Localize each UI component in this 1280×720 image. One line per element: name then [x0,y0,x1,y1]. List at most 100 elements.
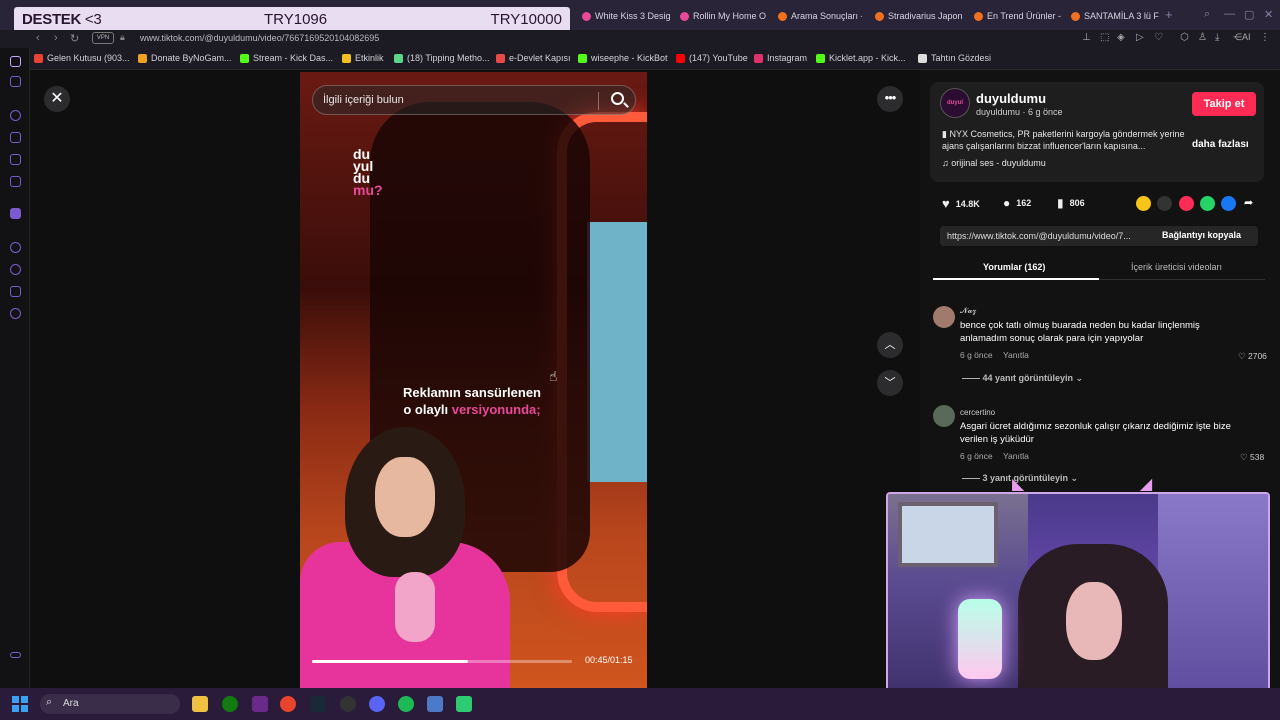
browser-tab[interactable]: Stradivarius Japon [875,7,965,25]
reply-button[interactable]: Yanıtla [1003,451,1029,461]
avatar[interactable] [933,306,955,328]
twitch-icon[interactable] [10,208,21,219]
youtube-icon [676,53,685,63]
close-window-icon[interactable]: ✕ [1264,8,1273,21]
whatsapp-icon[interactable] [1200,196,1215,211]
chrome-icon[interactable] [280,696,296,712]
pin-icon[interactable]: ⊥ [1082,32,1091,43]
bookmark-kicklet[interactable]: Kicklet.app - Kick... [816,53,906,63]
app-icon[interactable] [456,696,472,712]
ai-icon[interactable]: ⋲AI [1233,32,1251,43]
mail-icon[interactable] [10,176,21,187]
profile-icon[interactable]: ♙ [1198,32,1207,43]
heart-icon[interactable]: ♡ [1154,32,1163,43]
reload-icon[interactable]: ↻ [70,32,79,45]
twitch-app-icon[interactable] [252,696,268,712]
extensions-icon[interactable]: ⬡ [1180,32,1189,43]
chat-icon[interactable] [10,154,21,165]
avatar[interactable]: duyul [940,88,970,118]
settings-icon[interactable] [10,308,21,319]
tab-creator-videos[interactable]: İçerik üreticisi videoları [1131,262,1222,272]
new-tab-icon[interactable]: + [1165,7,1173,22]
browser-tab[interactable]: SANTAMİLA 3 lü Fu [1071,7,1159,25]
search-icon[interactable] [611,92,624,105]
vpn-badge[interactable]: VPN [92,32,114,44]
copy-link-button[interactable]: Bağlantıyı kopyala [1162,230,1241,240]
url-field[interactable]: www.tiktok.com/@duyuldumu/video/76671695… [140,33,379,43]
maximize-icon[interactable]: ▢ [1244,8,1254,21]
obs-icon[interactable] [340,696,356,712]
app-icon[interactable] [427,696,443,712]
facebook-icon[interactable] [1221,196,1236,211]
comment-like-button[interactable]: ♡ 538 [1240,452,1264,463]
discord-icon[interactable] [369,696,385,712]
more-options-icon[interactable]: ••• [877,86,903,112]
lock-icon: 🔒︎ [120,32,125,42]
share-arrow-icon[interactable]: ➦ [1244,196,1253,209]
video-progress-bar[interactable] [312,660,572,663]
previous-video-icon[interactable]: ︿ [877,332,903,358]
taskbar-search-input[interactable]: ⌕ Ara [40,694,180,714]
search-tabs-icon[interactable]: ⌕ [1204,8,1210,21]
comment-like-button[interactable]: ♡ 2706 [1238,351,1267,362]
history-icon[interactable] [10,110,21,121]
send-icon[interactable] [1179,196,1194,211]
like-button[interactable]: ♥ 14.8K [942,196,980,211]
author-name[interactable]: duyuldumu [976,91,1046,106]
player-icon[interactable] [10,242,21,253]
bubble-icon[interactable] [10,286,21,297]
shield-icon[interactable]: ◈ [1117,32,1125,43]
bookmark-tahtin[interactable]: Tahtın Gözdesi [918,53,991,63]
sound-link[interactable]: ♫ orijinal ses - duyuldumu [942,158,1046,168]
comment-author[interactable]: 𝓝𝓪𝔃 [960,306,976,316]
download-icon[interactable]: ⤓ [1215,32,1219,43]
messenger-icon[interactable] [10,76,21,87]
view-replies-button[interactable]: —— 44 yanıt görüntüleyin ⌄ [962,373,1083,384]
play-icon[interactable]: ▷ [1136,32,1144,43]
back-icon[interactable]: ‹ [36,32,40,44]
reply-button[interactable]: Yanıtla [1003,350,1029,360]
menu-icon[interactable]: ⋮ [1260,32,1270,43]
home-icon[interactable] [10,56,21,67]
bag-icon[interactable] [10,132,21,143]
browser-tab[interactable]: White Kiss 3 Desig [582,7,670,25]
forward-icon[interactable]: › [54,32,58,44]
follow-button[interactable]: Takip et [1192,92,1256,116]
minimize-icon[interactable]: — [1224,8,1235,20]
browser-tab[interactable]: En Trend Ürünler - [974,7,1062,25]
avatar[interactable] [933,405,955,427]
bookmark-kick-stream[interactable]: Stream - Kick Das... [240,53,333,63]
donate-current: TRY1096 [264,11,328,28]
xbox-icon[interactable] [222,696,238,712]
clock-icon[interactable] [10,264,21,275]
sidebar-toggle-icon[interactable] [10,652,21,658]
embed-icon[interactable] [1157,196,1172,211]
show-more-link[interactable]: daha fazlası [1192,139,1249,150]
browser-tab[interactable]: Arama Sonuçları - [778,7,862,25]
bookmark-kickbot[interactable]: wiseephe - KickBot [578,53,668,63]
related-search-input[interactable]: İlgili içeriği bulun [312,85,636,115]
browser-tab[interactable]: Rollin My Home Ov [680,7,766,25]
donate-icon [138,53,147,63]
next-video-icon[interactable]: ﹀ [877,370,903,396]
bookmark-etkinlik[interactable]: Etkinlik [342,53,384,63]
bookmark-gmail[interactable]: Gelen Kutusu (903... [34,53,130,63]
close-icon[interactable]: ✕ [44,86,70,112]
bookmark-donate[interactable]: Donate ByNoGam... [138,53,232,63]
steam-icon[interactable] [310,696,326,712]
tab-comments[interactable]: Yorumlar (162) [983,262,1045,272]
screenshot-icon[interactable]: ⬚ [1100,32,1109,43]
save-button[interactable]: ▮ 806 [1057,196,1085,210]
comment-button[interactable]: ● 162 [1003,196,1031,210]
spotify-icon[interactable] [398,696,414,712]
comment-author[interactable]: cercertino [960,408,995,417]
video-link[interactable]: https://www.tiktok.com/@duyuldumu/video/… [947,231,1155,241]
repost-icon[interactable] [1136,196,1151,211]
bookmark-youtube[interactable]: (147) YouTube [676,53,748,63]
windows-start-icon[interactable] [12,696,28,712]
bookmark-instagram[interactable]: Instagram [754,53,807,63]
file-explorer-icon[interactable] [192,696,208,712]
heart-icon: ♥ [942,196,950,211]
bookmark-edevlet[interactable]: e-Devlet Kapısı [496,53,571,63]
bookmark-tipping[interactable]: (18) Tipping Metho... [394,53,490,63]
